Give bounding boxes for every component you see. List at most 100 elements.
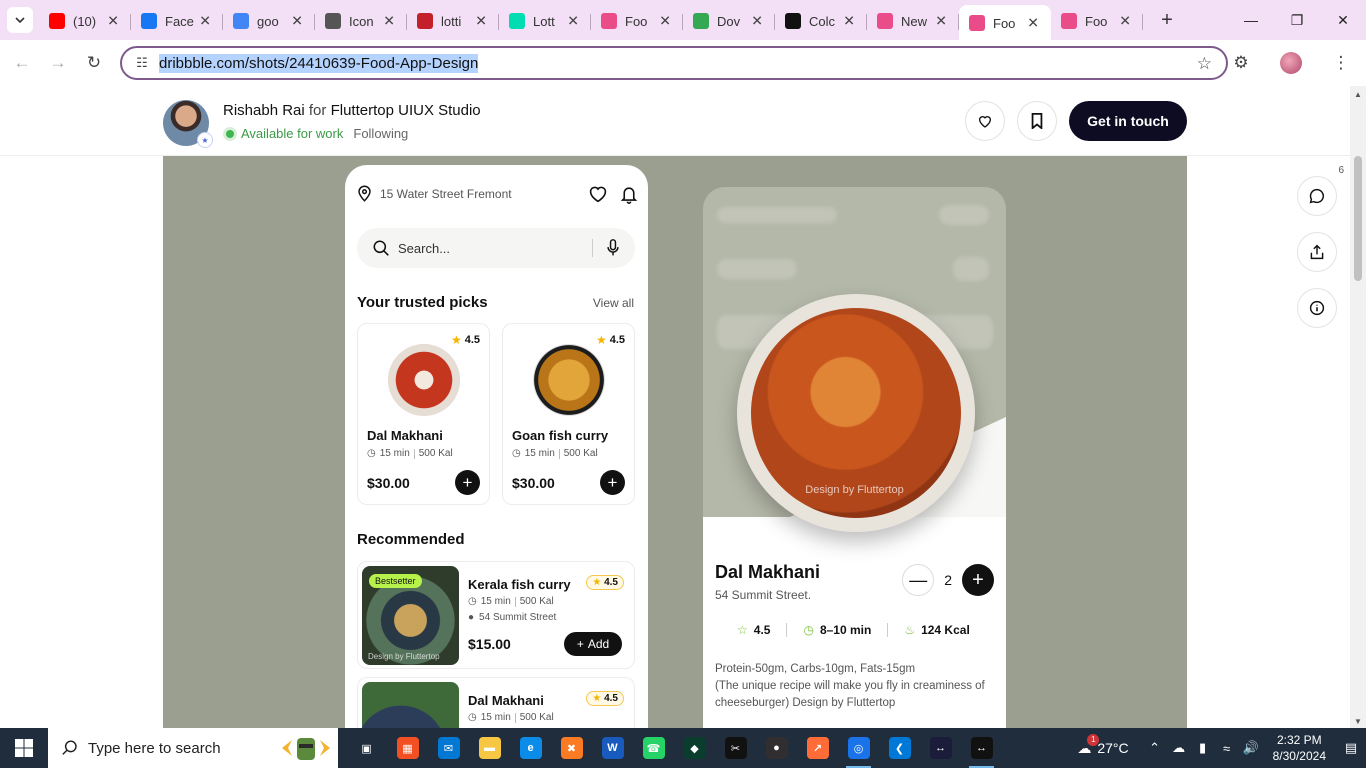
dribbble-icon bbox=[877, 13, 893, 29]
extensions-icon[interactable]: ⚙ bbox=[1216, 53, 1266, 73]
battery-icon[interactable]: ▮ bbox=[1191, 740, 1215, 756]
browser-tab[interactable]: Foo ✕ bbox=[1051, 5, 1143, 37]
menu-dots-icon[interactable]: ⋮ bbox=[1316, 53, 1366, 73]
scroll-thumb[interactable] bbox=[1354, 156, 1362, 281]
url-text[interactable]: dribbble.com/shots/24410639-Food-App-Des… bbox=[159, 53, 479, 73]
taskbar-app[interactable]: ◆ bbox=[674, 728, 715, 768]
cloud-icon: ☁ 1 bbox=[1077, 733, 1100, 757]
close-tab-icon[interactable]: ✕ bbox=[475, 13, 487, 30]
taskbar-app[interactable]: ☎ bbox=[633, 728, 674, 768]
pick-card[interactable]: ★ 4.5 Dal Makhani ◷ 15 min 500 Kal $30.00 + bbox=[357, 323, 490, 505]
back-button[interactable]: ← bbox=[4, 45, 40, 81]
forward-button[interactable]: → bbox=[40, 45, 76, 81]
info-button[interactable] bbox=[1297, 288, 1337, 328]
weather-widget[interactable]: ☁ 1 27°C bbox=[1077, 733, 1129, 757]
taskbar-app[interactable]: ✂ bbox=[715, 728, 756, 768]
taskbar-app[interactable]: ▬ bbox=[469, 728, 510, 768]
microphone-icon bbox=[607, 239, 619, 256]
close-tab-icon[interactable]: ✕ bbox=[1027, 15, 1039, 32]
browser-tab[interactable]: lotti ✕ bbox=[407, 5, 499, 37]
team-name[interactable]: Fluttertop UIUX Studio bbox=[331, 102, 481, 119]
add-to-cart-button[interactable]: + bbox=[455, 470, 480, 495]
onedrive-icon[interactable]: ☁ bbox=[1167, 740, 1191, 756]
browser-tab[interactable]: (10) ✕ bbox=[39, 5, 131, 37]
add-label: Add bbox=[587, 637, 610, 651]
scroll-down-arrow-icon[interactable]: ▼ bbox=[1350, 717, 1366, 726]
tab-search-button[interactable] bbox=[7, 7, 33, 33]
browser-tab[interactable]: Icon ✕ bbox=[315, 5, 407, 37]
vscode-icon: ❮ bbox=[888, 737, 911, 759]
availability-text[interactable]: Available for work bbox=[241, 126, 343, 141]
clock[interactable]: 2:32 PM 8/30/2024 bbox=[1273, 732, 1326, 764]
comments-button[interactable]: 6 bbox=[1297, 165, 1344, 216]
like-button[interactable] bbox=[965, 101, 1005, 141]
browser-tab[interactable]: Colc ✕ bbox=[775, 5, 867, 37]
browser-tab[interactable]: Lott ✕ bbox=[499, 5, 591, 37]
browser-tab[interactable]: goo ✕ bbox=[223, 5, 315, 37]
page-scrollbar[interactable]: ▲ ▼ bbox=[1350, 86, 1366, 728]
increase-button[interactable]: + bbox=[962, 564, 994, 596]
taskbar-app[interactable]: ◎ bbox=[838, 728, 879, 768]
taskbar-app[interactable]: ↗ bbox=[797, 728, 838, 768]
clock-icon: ◷ bbox=[468, 712, 477, 723]
browser-tab[interactable]: New ✕ bbox=[867, 5, 959, 37]
taskbar-app[interactable]: W bbox=[592, 728, 633, 768]
decrease-button[interactable]: — bbox=[902, 564, 935, 596]
taskbar-app[interactable]: e bbox=[510, 728, 551, 768]
close-tab-icon[interactable]: ✕ bbox=[843, 13, 855, 30]
close-tab-icon[interactable]: ✕ bbox=[291, 13, 303, 30]
share-button[interactable] bbox=[1297, 232, 1337, 272]
search-bar[interactable]: Search... bbox=[357, 228, 635, 268]
chevron-up-icon[interactable]: ⌃ bbox=[1143, 740, 1167, 756]
close-tab-icon[interactable]: ✕ bbox=[1119, 13, 1131, 30]
close-tab-icon[interactable]: ✕ bbox=[567, 13, 579, 30]
taskbar-app[interactable]: ▣ bbox=[346, 728, 387, 768]
designer-name[interactable]: Rishabh Rai bbox=[223, 102, 305, 119]
profile-button[interactable] bbox=[1266, 52, 1316, 74]
close-tab-icon[interactable]: ✕ bbox=[199, 13, 211, 30]
scroll-up-arrow-icon[interactable]: ▲ bbox=[1350, 90, 1366, 99]
close-tab-icon[interactable]: ✕ bbox=[751, 13, 763, 30]
close-tab-icon[interactable]: ✕ bbox=[107, 13, 119, 30]
add-to-cart-button[interactable]: + bbox=[600, 470, 625, 495]
recommended-item[interactable]: Bestsetter Design by Fluttertop Kerala f… bbox=[357, 561, 635, 669]
taskbar-app[interactable]: ↔ bbox=[961, 728, 1002, 768]
browser-tab[interactable]: Face ✕ bbox=[131, 5, 223, 37]
taskbar-app[interactable]: ▦ bbox=[387, 728, 428, 768]
wifi-icon[interactable]: ≈ bbox=[1215, 741, 1239, 756]
view-all-link[interactable]: View all bbox=[593, 296, 634, 310]
close-tab-icon[interactable]: ✕ bbox=[935, 13, 947, 30]
new-tab-button[interactable]: + bbox=[1153, 6, 1181, 34]
taskbar-app[interactable]: ↔ bbox=[920, 728, 961, 768]
close-tab-icon[interactable]: ✕ bbox=[383, 13, 395, 30]
restore-button[interactable]: ❐ bbox=[1274, 0, 1320, 40]
close-tab-icon[interactable]: ✕ bbox=[659, 13, 671, 30]
taskbar-app[interactable]: ● bbox=[756, 728, 797, 768]
minimize-button[interactable]: — bbox=[1228, 0, 1274, 40]
notifications-icon[interactable]: ▤ bbox=[1336, 740, 1366, 756]
taskbar-search[interactable]: Type here to search bbox=[48, 728, 338, 768]
search-icon bbox=[373, 240, 389, 256]
pick-card[interactable]: ★ 4.5 Goan fish curry ◷ 15 min 500 Kal $30.… bbox=[502, 323, 635, 505]
dish-title: Dal Makhani bbox=[715, 562, 821, 582]
bookmark-star-icon[interactable]: ☆ bbox=[1197, 54, 1212, 74]
recommended-item[interactable]: Dal Makhani ★ 4.5 ◷ 15 min 500 Kal bbox=[357, 677, 635, 728]
search-divider bbox=[592, 239, 593, 257]
browser-tab[interactable]: Foo ✕ bbox=[959, 5, 1051, 41]
browser-tab[interactable]: Dov ✕ bbox=[683, 5, 775, 37]
taskbar-app[interactable]: ❮ bbox=[879, 728, 920, 768]
browser-tab[interactable]: Foo ✕ bbox=[591, 5, 683, 37]
taskbar-app[interactable]: ✖ bbox=[551, 728, 592, 768]
address-bar[interactable]: ☷ dribbble.com/shots/24410639-Food-App-D… bbox=[120, 46, 1228, 80]
save-button[interactable] bbox=[1017, 101, 1057, 141]
start-button[interactable] bbox=[0, 728, 48, 768]
site-info-icon[interactable]: ☷ bbox=[126, 55, 158, 71]
add-button[interactable]: + Add bbox=[564, 632, 622, 656]
close-window-button[interactable]: ✕ bbox=[1320, 0, 1366, 40]
volume-icon[interactable]: 🔊 bbox=[1239, 740, 1263, 756]
bell-icon bbox=[620, 187, 638, 204]
reload-button[interactable]: ↻ bbox=[76, 45, 112, 81]
following-button[interactable]: Following bbox=[353, 126, 408, 141]
get-in-touch-button[interactable]: Get in touch bbox=[1069, 101, 1187, 141]
taskbar-app[interactable]: ✉ bbox=[428, 728, 469, 768]
